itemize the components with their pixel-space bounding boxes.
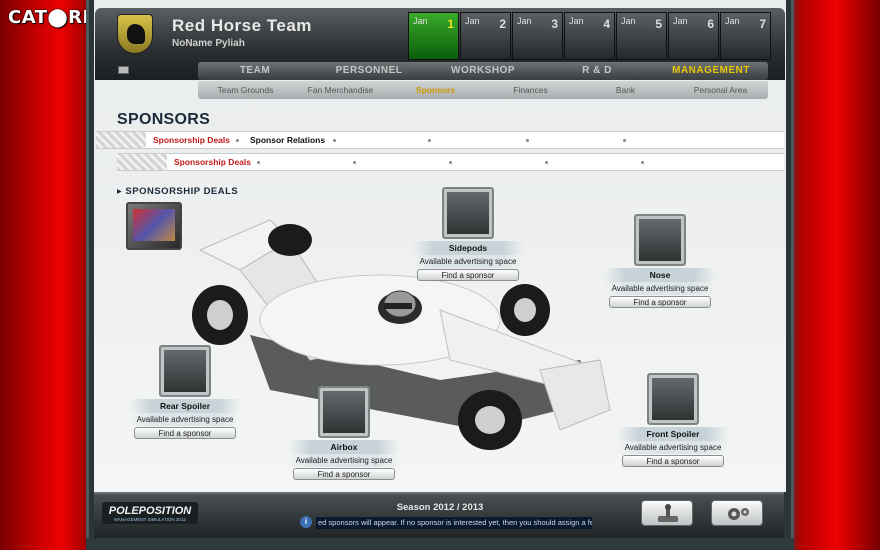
subtab-sponsorship-deals[interactable]: Sponsorship Deals — [174, 157, 251, 167]
calendar-day[interactable]: Jan 6 — [668, 12, 719, 60]
find-sponsor-button[interactable]: Find a sponsor — [293, 468, 395, 480]
main-nav: TEAM PERSONNEL WORKSHOP R & D MANAGEMENT — [198, 62, 768, 80]
settings-button[interactable] — [711, 500, 763, 526]
f1-car-illustration — [192, 219, 611, 450]
sponsor-logo-placeholder[interactable] — [442, 187, 494, 239]
calendar-day[interactable]: Jan 2 — [460, 12, 511, 60]
nav-item-management[interactable]: MANAGEMENT — [654, 62, 768, 80]
calendar-day-number: 4 — [603, 17, 610, 31]
sponsor-logo-placeholder[interactable] — [647, 373, 699, 425]
tab-separator — [623, 139, 626, 142]
joystick-icon — [658, 504, 678, 522]
slot-sidepods: Sidepods Available advertising space Fin… — [412, 187, 524, 281]
slot-availability: Available advertising space — [604, 282, 716, 295]
slot-rear-spoiler: Rear Spoiler Available advertising space… — [129, 345, 241, 439]
checker-decoration — [117, 154, 167, 170]
slot-name: Sidepods — [412, 241, 524, 255]
find-sponsor-button[interactable]: Find a sponsor — [622, 455, 724, 467]
find-sponsor-button[interactable]: Find a sponsor — [609, 296, 711, 308]
calendar-month: Jan — [621, 16, 636, 26]
mail-icon[interactable] — [118, 66, 129, 74]
calendar-month: Jan — [673, 16, 688, 26]
tab-separator — [545, 161, 548, 164]
slot-name: Rear Spoiler — [129, 399, 241, 413]
find-sponsor-button[interactable]: Find a sponsor — [417, 269, 519, 281]
nav-item-r-d[interactable]: R & D — [540, 62, 654, 80]
checker-decoration — [96, 132, 146, 148]
sponsor-logo-placeholder[interactable] — [159, 345, 211, 397]
calendar-day-number: 7 — [759, 17, 766, 31]
tab-separator — [641, 161, 644, 164]
nav-item-workshop[interactable]: WORKSHOP — [426, 62, 540, 80]
slot-name: Nose — [604, 268, 716, 282]
slot-availability: Available advertising space — [288, 454, 400, 467]
gear-icon — [728, 508, 749, 520]
calendar-day-number: 1 — [447, 17, 454, 31]
slot-nose: Nose Available advertising space Find a … — [604, 214, 716, 308]
slot-availability: Available advertising space — [412, 255, 524, 268]
calendar-month: Jan — [465, 16, 480, 26]
find-sponsor-button[interactable]: Find a sponsor — [134, 427, 236, 439]
sponsor-logo-placeholder[interactable] — [318, 386, 370, 438]
subnav-item-sponsors[interactable]: Sponsors — [388, 81, 483, 99]
tab-separator — [428, 139, 431, 142]
calendar-day[interactable]: Jan 3 — [512, 12, 563, 60]
subnav-item-team-grounds[interactable]: Team Grounds — [198, 81, 293, 99]
tab-separator — [526, 139, 529, 142]
tv-icon — [126, 202, 182, 250]
subnav-item-finances[interactable]: Finances — [483, 81, 578, 99]
subnav-item-personal-area[interactable]: Personal Area — [673, 81, 768, 99]
calendar-month: Jan — [569, 16, 584, 26]
slot-name: Front Spoiler — [617, 427, 729, 441]
subnav-item-fan-merchandise[interactable]: Fan Merchandise — [293, 81, 388, 99]
slot-name: Airbox — [288, 440, 400, 454]
tab-separator — [257, 161, 260, 164]
calendar-month: Jan — [725, 16, 740, 26]
slot-availability: Available advertising space — [129, 413, 241, 426]
page-title: SPONSORS — [117, 111, 211, 128]
tab-row-primary: Sponsorship Deals Sponsor Relations — [96, 131, 784, 149]
tab-separator — [449, 161, 452, 164]
tab-separator — [333, 139, 336, 142]
team-name: Red Horse Team — [172, 16, 312, 35]
info-icon: i — [300, 516, 312, 528]
tab-row-secondary: Sponsorship Deals — [117, 153, 784, 171]
nav-item-team[interactable]: TEAM — [198, 62, 312, 80]
calendar-day[interactable]: Jan 4 — [564, 12, 615, 60]
news-ticker: ed sponsors will appear. If no sponsor i… — [316, 517, 592, 529]
team-logo-icon — [117, 14, 153, 54]
section-label: SPONSORSHIP DEALS — [117, 186, 238, 197]
tab-sponsorship-deals[interactable]: Sponsorship Deals — [153, 135, 230, 145]
calendar-day[interactable]: Jan 7 — [720, 12, 771, 60]
slot-availability: Available advertising space — [617, 441, 729, 454]
sponsor-logo-placeholder[interactable] — [634, 214, 686, 266]
calendar-month: Jan — [413, 16, 428, 26]
tab-separator — [353, 161, 356, 164]
bottom-frame-edge — [86, 538, 794, 550]
calendar-strip: Jan 1 Jan 2 Jan 3 Jan 4 Jan 5 Jan 6 Jan 7 — [408, 12, 772, 60]
slot-airbox: Airbox Available advertising space Find … — [288, 386, 400, 480]
calendar-day[interactable]: Jan 5 — [616, 12, 667, 60]
calendar-day-number: 6 — [707, 17, 714, 31]
calendar-day-number: 5 — [655, 17, 662, 31]
tab-separator — [236, 139, 239, 142]
subnav-item-bank[interactable]: Bank — [578, 81, 673, 99]
manager-name: NoName Pyliah — [172, 38, 245, 49]
nav-item-personnel[interactable]: PERSONNEL — [312, 62, 426, 80]
game-logo-subtext: MANAGEMENT SIMULATION 2012 — [114, 517, 186, 522]
slot-front-spoiler: Front Spoiler Available advertising spac… — [617, 373, 729, 467]
sub-nav: Team Grounds Fan Merchandise Sponsors Finan… — [198, 81, 768, 99]
calendar-day-number: 2 — [499, 17, 506, 31]
calendar-day[interactable]: Jan 1 — [408, 12, 459, 60]
tab-sponsor-relations[interactable]: Sponsor Relations — [250, 135, 325, 145]
joystick-button[interactable] — [641, 500, 693, 526]
calendar-month: Jan — [517, 16, 532, 26]
calendar-day-number: 3 — [551, 17, 558, 31]
